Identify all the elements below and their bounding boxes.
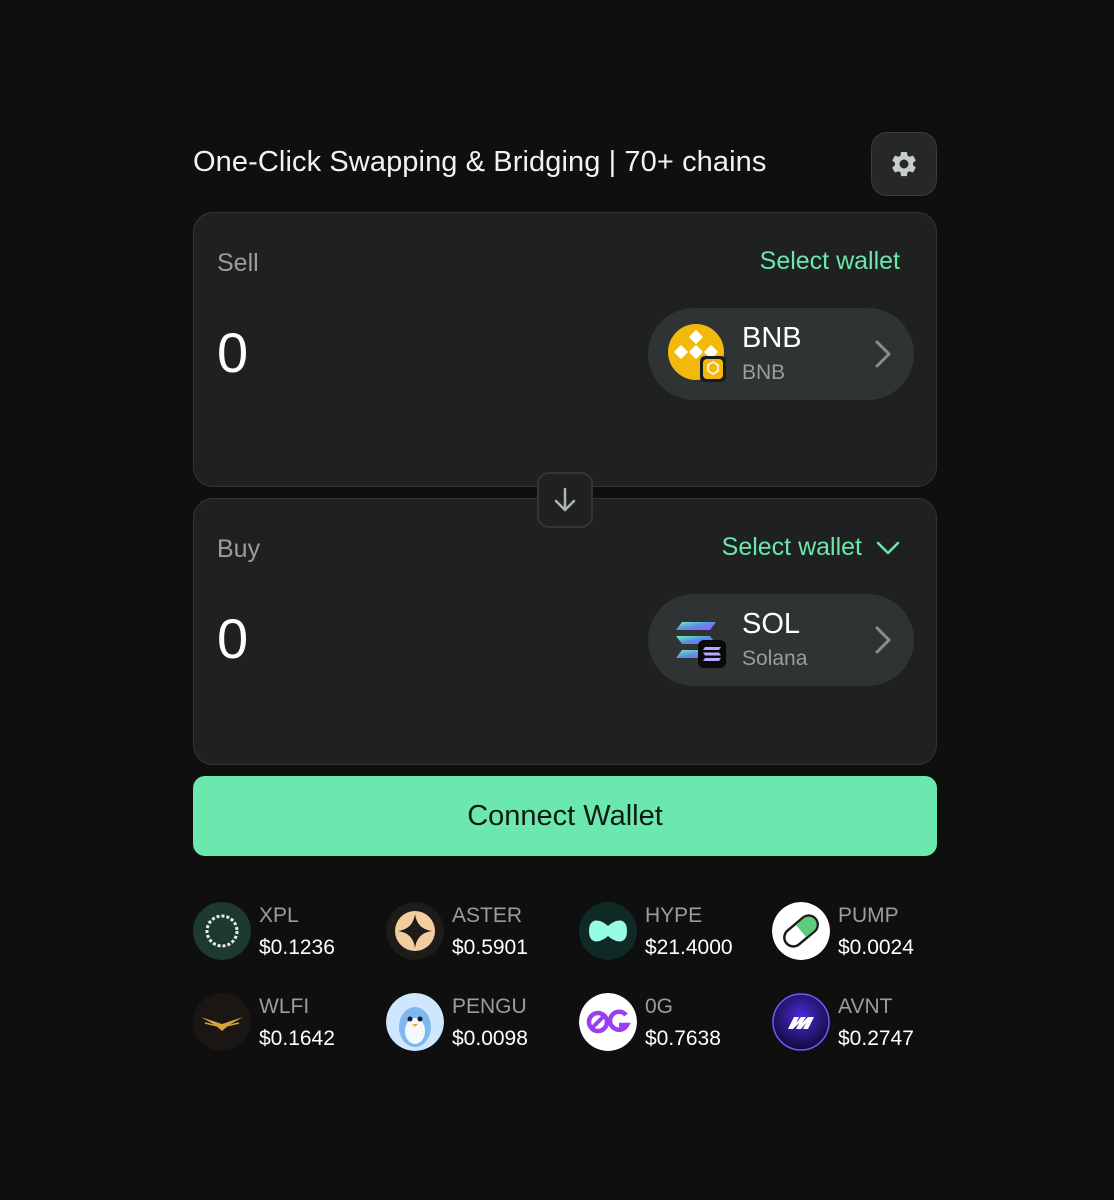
token-symbol: AVNT	[838, 995, 893, 1018]
token-item-aster[interactable]: ASTER $0.5901	[386, 900, 576, 962]
sell-token-selector[interactable]: BNB BNB	[648, 308, 914, 400]
buy-label: Buy	[217, 535, 261, 563]
token-item-xpl[interactable]: XPL $0.1236	[193, 900, 383, 962]
token-price: $0.0024	[838, 936, 914, 959]
token-symbol: ASTER	[452, 904, 523, 927]
token-symbol: PENGU	[452, 995, 527, 1018]
gear-icon	[892, 151, 916, 177]
chevron-right-icon	[875, 626, 891, 654]
wlfi-icon	[193, 993, 251, 1051]
swap-direction-button[interactable]	[537, 472, 593, 528]
sell-label: Sell	[217, 249, 259, 277]
token-item-pengu[interactable]: PENGU $0.0098	[386, 991, 576, 1053]
buy-panel: Buy Select wallet 0 SOL Solana	[193, 498, 937, 765]
sell-amount-input[interactable]: 0	[217, 321, 248, 385]
buy-select-wallet-label: Select wallet	[721, 533, 862, 561]
token-price: $0.0098	[452, 1027, 528, 1050]
buy-amount-input[interactable]: 0	[217, 607, 248, 671]
token-symbol: WLFI	[259, 995, 310, 1018]
token-symbol: XPL	[259, 904, 299, 927]
page-title: One-Click Swapping & Bridging | 70+ chai…	[193, 146, 767, 178]
0g-icon	[579, 993, 637, 1051]
token-price: $0.5901	[452, 936, 528, 959]
token-symbol: PUMP	[838, 904, 899, 927]
token-price: $0.1642	[259, 1027, 335, 1050]
token-item-hype[interactable]: HYPE $21.4000	[579, 900, 769, 962]
hype-icon	[579, 902, 637, 960]
sell-token-chain: BNB	[742, 361, 786, 384]
arrow-down-icon	[554, 487, 576, 512]
bnb-icon	[668, 324, 726, 382]
token-symbol: HYPE	[645, 904, 703, 927]
chevron-right-icon	[875, 340, 891, 368]
token-item-avnt[interactable]: AVNT $0.2747	[772, 991, 962, 1053]
buy-token-selector[interactable]: SOL Solana	[648, 594, 914, 686]
settings-button[interactable]	[871, 132, 937, 196]
header: One-Click Swapping & Bridging | 70+ chai…	[193, 132, 937, 198]
token-price: $0.1236	[259, 936, 335, 959]
buy-token-symbol: SOL	[742, 608, 801, 640]
token-price: $0.2747	[838, 1027, 914, 1050]
sell-select-wallet[interactable]: Select wallet	[760, 247, 900, 276]
token-item-wlfi[interactable]: WLFI $0.1642	[193, 991, 383, 1053]
pengu-icon	[386, 993, 444, 1051]
buy-select-wallet[interactable]: Select wallet	[722, 533, 900, 562]
sell-panel: Sell Select wallet 0 BNB BNB	[193, 212, 937, 487]
chevron-down-icon	[876, 541, 900, 554]
pump-icon	[772, 902, 830, 960]
token-price: $21.4000	[645, 936, 733, 959]
sell-token-symbol: BNB	[742, 322, 802, 354]
token-price: $0.7638	[645, 1027, 721, 1050]
sell-select-wallet-label: Select wallet	[759, 247, 900, 275]
solana-icon	[676, 622, 726, 668]
token-item-0g[interactable]: 0G $0.7638	[579, 991, 769, 1053]
connect-wallet-button[interactable]: Connect Wallet	[193, 776, 937, 856]
swap-widget: One-Click Swapping & Bridging | 70+ chai…	[193, 132, 937, 1051]
aster-icon	[386, 902, 444, 960]
token-item-pump[interactable]: PUMP $0.0024	[772, 900, 962, 962]
token-symbol: 0G	[645, 995, 674, 1018]
xpl-icon	[193, 902, 251, 960]
avnt-icon	[772, 993, 830, 1051]
buy-token-chain: Solana	[742, 647, 808, 670]
